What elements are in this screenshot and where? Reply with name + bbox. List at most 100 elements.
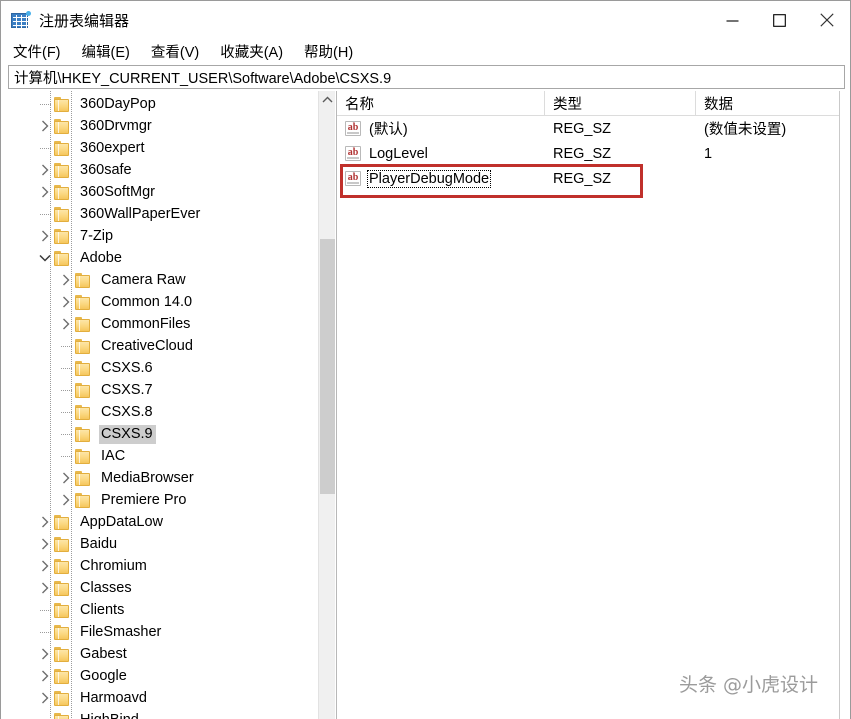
- tree-item-premiere-pro[interactable]: Premiere Pro: [8, 489, 319, 511]
- tree-item-label: 360expert: [80, 139, 145, 156]
- registry-tree-pane: 360DayPop 360Drvmgr 360expert 360safe 360Sof…: [8, 91, 337, 719]
- value-name-label: (默认): [369, 122, 408, 138]
- title-bar: 注册表编辑器: [1, 1, 850, 39]
- tree-item-commonfiles[interactable]: CommonFiles: [8, 313, 319, 335]
- tree-connector: [36, 93, 54, 115]
- chevron-right-icon[interactable]: [57, 291, 75, 313]
- chevron-down-icon[interactable]: [36, 247, 54, 269]
- tree-item-clients[interactable]: Clients: [8, 599, 319, 621]
- column-header-type[interactable]: 类型: [545, 91, 696, 116]
- minimize-button[interactable]: [709, 1, 756, 39]
- tree-item-label: Common 14.0: [101, 293, 193, 310]
- tree-item-csxs.8[interactable]: CSXS.8: [8, 401, 319, 423]
- tree-item-360wallpaperever[interactable]: 360WallPaperEver: [8, 203, 319, 225]
- column-header-name[interactable]: 名称: [337, 91, 545, 116]
- string-value-icon-text: ab: [347, 122, 359, 133]
- tree-item-classes[interactable]: Classes: [8, 577, 319, 599]
- chevron-right-icon[interactable]: [36, 225, 54, 247]
- string-value-icon: ab: [345, 121, 361, 136]
- tree-item-chromium[interactable]: Chromium: [8, 555, 319, 577]
- chevron-right-icon[interactable]: [36, 687, 54, 709]
- column-header-data[interactable]: 数据: [696, 91, 831, 116]
- tree-item-mediabrowser[interactable]: MediaBrowser: [8, 467, 319, 489]
- tree-item-360softmgr[interactable]: 360SoftMgr: [8, 181, 319, 203]
- tree-connector: [57, 335, 75, 357]
- tree-item-label: 360WallPaperEver: [80, 205, 201, 222]
- chevron-right-icon[interactable]: [36, 665, 54, 687]
- registry-values-pane: 名称 类型 数据 ab (默认) REG_SZ (数值未设置) ab LogLevel RE…: [337, 91, 850, 719]
- tree-item-gabest[interactable]: Gabest: [8, 643, 319, 665]
- tree-item-360expert[interactable]: 360expert: [8, 137, 319, 159]
- tree-vertical-scrollbar[interactable]: [318, 91, 335, 719]
- close-button[interactable]: [803, 1, 850, 39]
- folder-icon: [75, 404, 92, 420]
- tree-item-highbind[interactable]: HighBind: [8, 709, 319, 719]
- maximize-button[interactable]: [756, 1, 803, 39]
- address-path-text: 计算机\HKEY_CURRENT_USER\Software\Adobe\CSX…: [14, 70, 392, 87]
- value-type-cell: REG_SZ: [553, 170, 612, 187]
- chevron-right-icon[interactable]: [36, 511, 54, 533]
- value-row[interactable]: ab LogLevel REG_SZ 1: [337, 141, 850, 166]
- tree-item-google[interactable]: Google: [8, 665, 319, 687]
- tree-connector: [36, 621, 54, 643]
- tree-item-label: Harmoavd: [80, 689, 147, 706]
- chevron-right-icon[interactable]: [57, 313, 75, 335]
- tree-item-360drvmgr[interactable]: 360Drvmgr: [8, 115, 319, 137]
- tree-scrollbar-thumb[interactable]: [320, 239, 335, 494]
- address-bar[interactable]: 计算机\HKEY_CURRENT_USER\Software\Adobe\CSX…: [8, 65, 845, 89]
- tree-item-label: Premiere Pro: [101, 491, 187, 508]
- value-row[interactable]: ab PlayerDebugMode REG_SZ: [337, 166, 850, 191]
- tree-item-iac[interactable]: IAC: [8, 445, 319, 467]
- tree-item-creativecloud[interactable]: CreativeCloud: [8, 335, 319, 357]
- menu-item-edit[interactable]: 编辑(E): [80, 40, 132, 63]
- tree-item-360daypop[interactable]: 360DayPop: [8, 93, 319, 115]
- folder-icon: [54, 536, 71, 552]
- tree-item-appdatalow[interactable]: AppDataLow: [8, 511, 319, 533]
- tree-item-7-zip[interactable]: 7-Zip: [8, 225, 319, 247]
- tree-item-360safe[interactable]: 360safe: [8, 159, 319, 181]
- tree-item-common-14.0[interactable]: Common 14.0: [8, 291, 319, 313]
- chevron-right-icon[interactable]: [36, 533, 54, 555]
- tree-connector: [36, 137, 54, 159]
- menu-item-help[interactable]: 帮助(H): [302, 40, 355, 63]
- tree-item-label: HighBind: [78, 711, 142, 719]
- chevron-right-icon[interactable]: [36, 159, 54, 181]
- tree-item-csxs.6[interactable]: CSXS.6: [8, 357, 319, 379]
- tree-item-harmoavd[interactable]: Harmoavd: [8, 687, 319, 709]
- values-vertical-scrollbar[interactable]: [839, 91, 850, 719]
- folder-icon: [54, 602, 71, 618]
- tree-item-camera-raw[interactable]: Camera Raw: [8, 269, 319, 291]
- value-name-label: LogLevel: [369, 145, 428, 162]
- chevron-right-icon[interactable]: [57, 269, 75, 291]
- chevron-right-icon[interactable]: [36, 181, 54, 203]
- menu-item-view[interactable]: 查看(V): [149, 40, 201, 63]
- menu-item-favorites[interactable]: 收藏夹(A): [218, 40, 285, 63]
- tree-item-adobe[interactable]: Adobe: [8, 247, 319, 269]
- menu-item-file[interactable]: 文件(F): [11, 40, 63, 63]
- tree-connector: [57, 379, 75, 401]
- tree-connector: [57, 401, 75, 423]
- tree-item-label: Camera Raw: [101, 271, 186, 288]
- tree-row-list: 360DayPop 360Drvmgr 360expert 360safe 360Sof…: [8, 91, 319, 719]
- chevron-right-icon[interactable]: [57, 489, 75, 511]
- scroll-up-arrow-icon[interactable]: [319, 91, 336, 108]
- folder-icon: [75, 426, 92, 442]
- chevron-right-icon[interactable]: [36, 115, 54, 137]
- value-row[interactable]: ab (默认) REG_SZ (数值未设置): [337, 116, 850, 141]
- tree-item-label: AppDataLow: [80, 513, 164, 530]
- tree-item-label: Baidu: [80, 535, 118, 552]
- chevron-right-icon[interactable]: [36, 577, 54, 599]
- chevron-right-icon[interactable]: [36, 643, 54, 665]
- value-type-cell: REG_SZ: [553, 145, 612, 162]
- chevron-right-icon[interactable]: [36, 555, 54, 577]
- values-row-list: ab (默认) REG_SZ (数值未设置) ab LogLevel REG_SZ 1 ab Pl…: [337, 116, 850, 191]
- tree-item-baidu[interactable]: Baidu: [8, 533, 319, 555]
- chevron-right-icon[interactable]: [57, 467, 75, 489]
- tree-item-csxs.7[interactable]: CSXS.7: [8, 379, 319, 401]
- tree-item-label: 360safe: [80, 161, 132, 178]
- tree-item-filesmasher[interactable]: FileSmasher: [8, 621, 319, 643]
- tree-item-label: CSXS.7: [101, 381, 153, 398]
- tree-item-label: Adobe: [80, 249, 122, 266]
- tree-item-csxs.9[interactable]: CSXS.9: [8, 423, 319, 445]
- tree-connector: [36, 203, 54, 225]
